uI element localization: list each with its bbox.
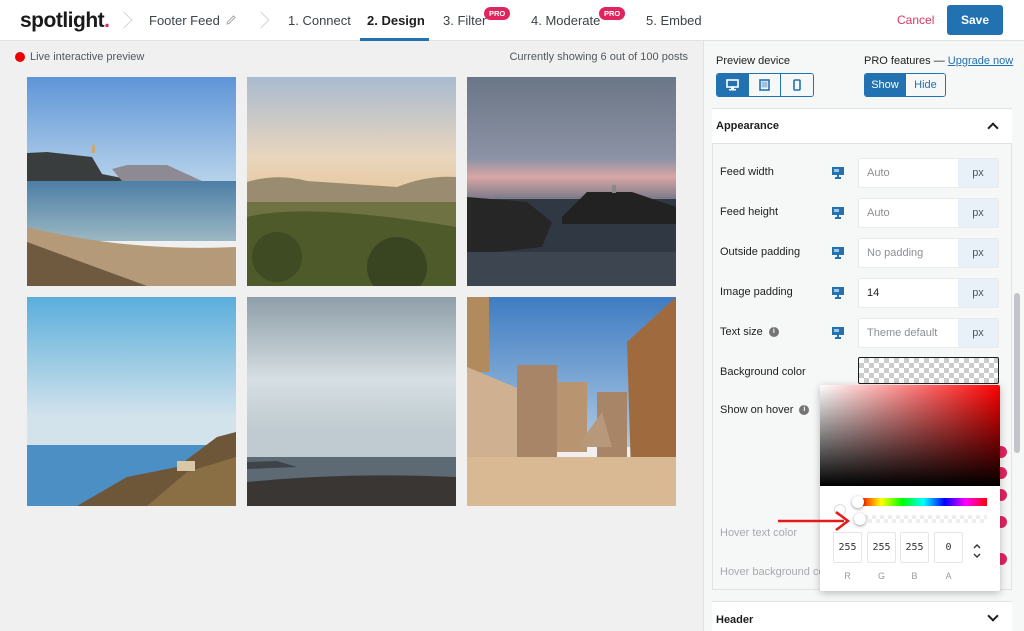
tab-connect[interactable]: 1. Connect xyxy=(288,13,351,28)
hide-pro-button[interactable]: Hide xyxy=(905,74,945,96)
chevron-up-icon[interactable] xyxy=(987,122,999,134)
top-bar: spotlight. Footer Feed 1. Connect 2. Des… xyxy=(0,0,1024,41)
image-padding-label: Image padding xyxy=(720,286,793,298)
unit-label: px xyxy=(958,239,998,267)
upgrade-now-link[interactable]: Upgrade now xyxy=(948,55,1013,67)
breadcrumb-chevron-icon xyxy=(118,10,130,30)
hue-slider-handle[interactable] xyxy=(852,496,864,508)
text-size-input[interactable]: Theme default px xyxy=(858,318,999,348)
breadcrumb-chevron-icon xyxy=(255,10,267,30)
text-size-value[interactable]: Theme default xyxy=(859,319,958,347)
scrollbar-thumb[interactable] xyxy=(1014,293,1020,453)
live-preview-label: Live interactive preview xyxy=(30,51,145,63)
preview-device-toggle xyxy=(716,73,814,97)
preview-device-label: Preview device xyxy=(716,55,790,67)
info-icon[interactable]: i xyxy=(768,327,779,337)
desktop-icon[interactable] xyxy=(831,326,845,340)
outside-padding-value[interactable]: No padding xyxy=(859,239,958,267)
info-icon[interactable]: i xyxy=(799,405,810,415)
pro-badge: PRO xyxy=(599,7,626,20)
alpha-slider-handle[interactable] xyxy=(854,513,866,525)
red-channel-input[interactable]: 255 xyxy=(833,532,862,563)
desktop-icon[interactable] xyxy=(831,166,845,180)
desktop-icon[interactable] xyxy=(831,246,845,260)
annotation-arrow-icon xyxy=(778,511,851,531)
pro-badge: PRO xyxy=(484,7,511,20)
tablet-icon xyxy=(759,79,770,91)
live-dot-icon xyxy=(15,52,25,62)
header-section-header[interactable]: Header xyxy=(712,601,1012,631)
red-label: R xyxy=(844,571,851,581)
edit-pencil-icon[interactable] xyxy=(225,14,237,26)
desktop-icon[interactable] xyxy=(831,206,845,220)
color-picker-popover: 255 255 255 0 R G B A xyxy=(820,385,1000,591)
background-color-label: Background color xyxy=(720,366,806,378)
feed-width-label: Feed width xyxy=(720,166,774,178)
hue-slider[interactable] xyxy=(860,498,987,506)
device-phone-button[interactable] xyxy=(781,74,813,96)
feed-photo[interactable] xyxy=(247,297,456,506)
unit-label: px xyxy=(958,159,998,187)
show-pro-button[interactable]: Show xyxy=(865,74,906,96)
background-color-swatch[interactable] xyxy=(858,357,999,384)
feed-photo[interactable] xyxy=(247,77,456,286)
tab-design[interactable]: 2. Design xyxy=(367,13,425,28)
device-desktop-button[interactable] xyxy=(717,74,749,96)
blue-label: B xyxy=(911,571,918,581)
sidebar-scrollbar[interactable] xyxy=(1014,108,1020,590)
hover-background-color-label: Hover background co xyxy=(720,566,825,578)
feed-name[interactable]: Footer Feed xyxy=(149,13,220,28)
spotlight-logo: spotlight. xyxy=(20,9,110,32)
unit-label: px xyxy=(958,319,998,347)
blue-channel-input[interactable]: 255 xyxy=(900,532,929,563)
feed-photo[interactable] xyxy=(467,297,676,506)
desktop-icon[interactable] xyxy=(831,286,845,300)
feed-photo[interactable] xyxy=(27,297,236,506)
tab-moderate[interactable]: 4. Moderate xyxy=(531,13,600,28)
outside-padding-label: Outside padding xyxy=(720,246,801,258)
alpha-channel-input[interactable]: 0 xyxy=(934,532,963,563)
feed-photo[interactable] xyxy=(27,77,236,286)
posts-count-text: Currently showing 6 out of 100 posts xyxy=(509,51,688,63)
unit-label: px xyxy=(958,199,998,227)
green-channel-input[interactable]: 255 xyxy=(867,532,896,563)
chevron-down-icon[interactable] xyxy=(987,610,999,622)
save-button[interactable]: Save xyxy=(947,5,1003,35)
feed-width-input[interactable]: Auto px xyxy=(858,158,999,188)
show-on-hover-label: Show on hover i xyxy=(720,404,810,416)
pro-features-label: PRO features — Upgrade now xyxy=(864,55,1014,67)
cancel-button[interactable]: Cancel xyxy=(897,13,934,27)
unit-label: px xyxy=(958,279,998,307)
desktop-icon xyxy=(726,79,739,91)
pro-features-toggle: Show Hide xyxy=(864,73,946,97)
appearance-section-header[interactable]: Appearance xyxy=(712,108,1012,144)
feed-preview: Live interactive preview Currently showi… xyxy=(0,41,703,631)
feed-height-input[interactable]: Auto px xyxy=(858,198,999,228)
tab-embed[interactable]: 5. Embed xyxy=(646,13,702,28)
feed-width-value[interactable]: Auto xyxy=(859,159,958,187)
device-tablet-button[interactable] xyxy=(749,74,781,96)
appearance-title: Appearance xyxy=(716,120,779,132)
phone-icon xyxy=(793,79,801,91)
image-padding-input[interactable]: 14 px xyxy=(858,278,999,308)
alpha-slider[interactable] xyxy=(860,515,987,523)
feed-height-value[interactable]: Auto xyxy=(859,199,958,227)
feed-photo[interactable] xyxy=(467,77,676,286)
live-preview-indicator: Live interactive preview xyxy=(15,51,144,63)
feed-height-label: Feed height xyxy=(720,206,779,218)
format-toggle-icon[interactable] xyxy=(972,542,982,560)
outside-padding-input[interactable]: No padding px xyxy=(858,238,999,268)
green-label: G xyxy=(877,571,885,581)
header-section-title: Header xyxy=(716,614,754,626)
image-padding-value[interactable]: 14 xyxy=(859,279,958,307)
alpha-label: A xyxy=(945,571,952,581)
saturation-value-area[interactable] xyxy=(820,385,1000,486)
tab-filter[interactable]: 3. Filter xyxy=(443,13,486,28)
text-size-label: Text size i xyxy=(720,326,779,338)
